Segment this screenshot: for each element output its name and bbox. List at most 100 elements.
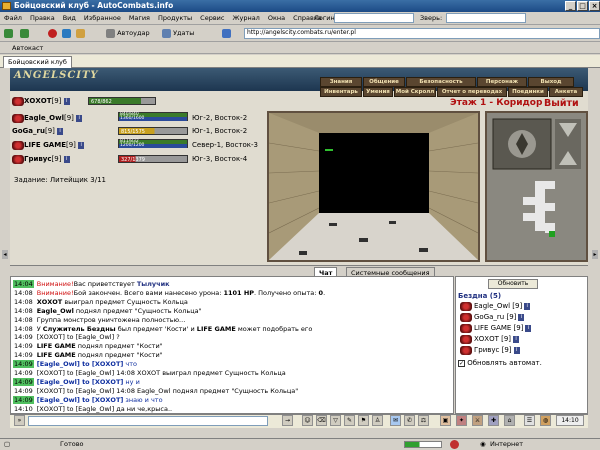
menu-edit[interactable]: Правка: [26, 12, 59, 25]
player-name[interactable]: ХОХОТ: [24, 97, 51, 105]
magic-icon[interactable]: ✦: [456, 415, 467, 426]
menu-journal[interactable]: Журнал: [228, 12, 263, 25]
checkbox-checked-icon[interactable]: ✓: [458, 359, 465, 367]
member-name[interactable]: LIFE GAME [9]: [474, 324, 523, 332]
nav-obshchenie[interactable]: Общение: [363, 77, 405, 87]
minimize-button[interactable]: _: [565, 1, 576, 11]
nav-znaniya[interactable]: Знания: [320, 77, 362, 87]
back-button[interactable]: [4, 28, 13, 39]
chat-input[interactable]: [28, 416, 268, 426]
chat-mode-icon[interactable]: ✉: [390, 415, 401, 426]
chat-timestamp[interactable]: 14:09: [13, 360, 34, 369]
avtokast-link[interactable]: Автокаст: [12, 44, 43, 52]
refresh-list-button[interactable]: Обновить: [488, 279, 538, 289]
member-item[interactable]: GoGa_ru [9] i: [460, 312, 525, 322]
member-name[interactable]: ХОХОТ [9]: [474, 335, 511, 343]
autoudar-button[interactable]: Автоудар: [106, 28, 150, 39]
sys-icon[interactable]: ⚑: [358, 415, 369, 426]
map-icon[interactable]: ⌂: [504, 415, 515, 426]
chat-timestamp[interactable]: 14:09: [13, 369, 34, 377]
brush-icon[interactable]: ✎: [344, 415, 355, 426]
filter-icon[interactable]: ▽: [330, 415, 341, 426]
member-item[interactable]: LIFE GAME [9] i: [460, 323, 532, 333]
menu-file[interactable]: Файл: [0, 12, 26, 25]
info-icon[interactable]: i: [513, 346, 520, 354]
walk-icon[interactable]: ♙: [372, 415, 383, 426]
player-name[interactable]: Eagle_Owl: [24, 114, 64, 122]
exit-link[interactable]: Выйти: [544, 98, 579, 109]
menu-service[interactable]: Сервис: [196, 12, 228, 25]
menu-favorites[interactable]: Избранное: [80, 12, 125, 25]
info-icon[interactable]: i: [513, 335, 520, 343]
info-icon[interactable]: i: [63, 155, 70, 163]
info-icon[interactable]: i: [525, 324, 532, 332]
nav-bezopasnost[interactable]: Безопасность: [406, 77, 476, 87]
right-panel-toggle[interactable]: ▸: [592, 250, 598, 259]
info-icon[interactable]: i: [63, 97, 70, 105]
forward-button[interactable]: [20, 28, 29, 39]
chat-settings-icon[interactable]: »: [14, 415, 25, 426]
member-item[interactable]: ХОХОТ [9] i: [460, 334, 520, 344]
battle-icon[interactable]: ⚔: [472, 415, 483, 426]
member-name[interactable]: GoGa_ru [9]: [474, 313, 516, 321]
player-name[interactable]: Гривус: [24, 155, 52, 163]
udaty-button[interactable]: Удаты: [162, 28, 194, 39]
member-item[interactable]: Eagle_Owl [9] i: [460, 301, 531, 311]
info-icon[interactable]: i: [57, 127, 64, 135]
nav-vyhod[interactable]: Выход: [528, 77, 574, 87]
nav-umeniya[interactable]: Умения: [363, 87, 393, 97]
player-name[interactable]: GoGa_ru: [12, 127, 45, 135]
player-row[interactable]: ХОХОТ[9] i: [12, 96, 70, 107]
chat-timestamp[interactable]: 14:09: [13, 387, 34, 395]
chat-timestamp[interactable]: 14:09: [13, 342, 34, 350]
close-button[interactable]: ×: [589, 1, 600, 11]
chat-timestamp[interactable]: 14:09: [13, 351, 34, 359]
scroll-icon[interactable]: ☰: [524, 415, 535, 426]
menu-windows[interactable]: Окна: [264, 12, 289, 25]
pm-icon[interactable]: ✆: [404, 415, 415, 426]
auto-refresh-toggle[interactable]: ✓ Обновлять автомат.: [458, 358, 542, 368]
smile-icon[interactable]: ☺: [302, 415, 313, 426]
info-icon[interactable]: i: [78, 141, 85, 149]
nav-otchet[interactable]: Отчет о переводах: [437, 87, 507, 97]
stop-button[interactable]: [48, 28, 57, 39]
nav-personazh[interactable]: Персонаж: [477, 77, 527, 87]
login-select[interactable]: [334, 13, 414, 23]
tab-combats[interactable]: Бойцовский клуб: [3, 56, 72, 68]
player-row[interactable]: LIFE GAME[9] i: [12, 140, 85, 151]
chat-timestamp[interactable]: 14:08: [13, 289, 34, 297]
address-input[interactable]: http://angelscity.combats.ru/enter.pl: [244, 28, 600, 39]
dungeon-view[interactable]: [267, 111, 480, 262]
maximize-button[interactable]: □: [577, 1, 588, 11]
bag-icon[interactable]: ◍: [540, 415, 551, 426]
refresh-button[interactable]: [62, 28, 71, 39]
chat-timestamp[interactable]: 14:04: [13, 280, 34, 288]
player-row[interactable]: Гривус[9] i: [12, 154, 70, 165]
player-name[interactable]: LIFE GAME: [24, 141, 66, 149]
skills-icon[interactable]: ✚: [488, 415, 499, 426]
member-name[interactable]: Eagle_Owl [9]: [474, 302, 522, 310]
nav-anketa[interactable]: Анкета: [549, 87, 583, 97]
minimap[interactable]: [485, 111, 588, 262]
info-icon[interactable]: i: [518, 313, 525, 321]
chat-log[interactable]: 14:04 Внимание!Вас приветствует Тылучик 14…: [10, 276, 454, 414]
zver-select[interactable]: [446, 13, 526, 23]
menu-products[interactable]: Продукты: [154, 12, 196, 25]
player-row[interactable]: GoGa_ru[9] i: [12, 126, 64, 137]
nav-poedinki[interactable]: Поединки: [508, 87, 548, 97]
member-name[interactable]: Гривус [9]: [474, 346, 512, 354]
chat-timestamp[interactable]: 14:09: [13, 395, 34, 404]
chat-timestamp[interactable]: 14:10: [13, 405, 34, 413]
send-icon[interactable]: →: [282, 415, 293, 426]
chat-timestamp[interactable]: 14:08: [13, 316, 34, 324]
chat-timestamp[interactable]: 14:09: [13, 333, 34, 341]
nav-inventar[interactable]: Инвентарь: [320, 87, 362, 97]
go-button[interactable]: [222, 28, 231, 39]
member-item[interactable]: Гривус [9] i: [460, 345, 520, 355]
left-panel-toggle[interactable]: ◂: [2, 250, 8, 259]
chat-timestamp[interactable]: 14:08: [13, 298, 34, 306]
inventory-icon[interactable]: ▣: [440, 415, 451, 426]
chat-timestamp[interactable]: 14:08: [13, 325, 34, 333]
info-icon[interactable]: i: [76, 114, 83, 122]
nav-moy-skroll[interactable]: Мой Скролл: [394, 87, 436, 97]
